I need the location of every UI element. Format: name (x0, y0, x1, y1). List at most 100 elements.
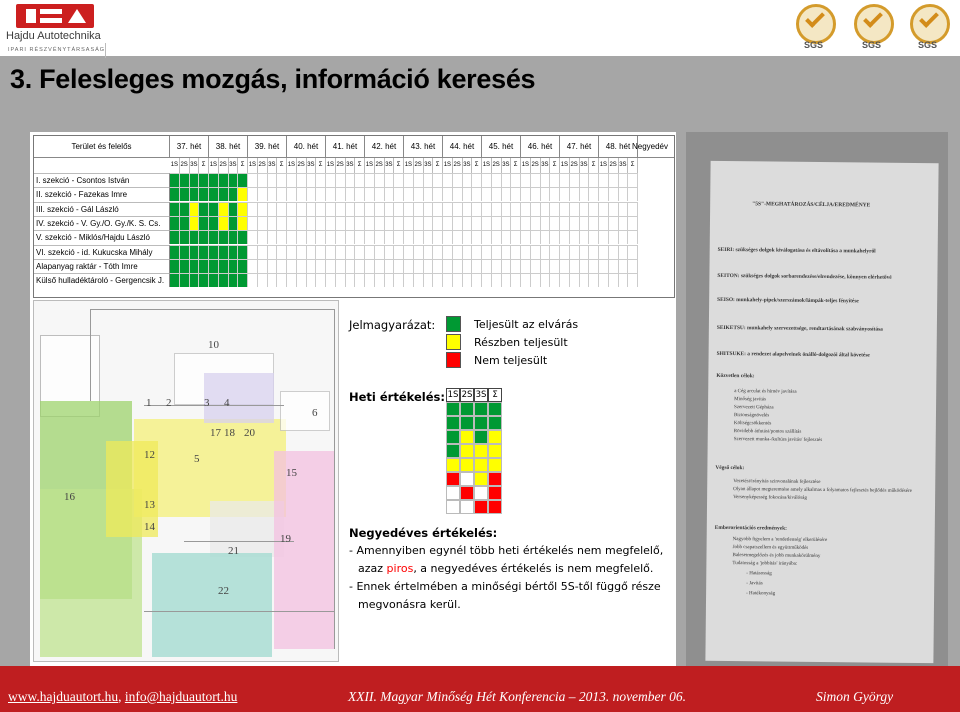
poster-line: Tudatosság a 'jobbítás' irányába: (732, 561, 798, 567)
schedule-cell (238, 201, 248, 216)
schedule-cell (277, 273, 287, 288)
schedule-cell (218, 201, 229, 216)
poster-line: Minőség javítás (734, 397, 766, 403)
schedule-cell (257, 187, 268, 202)
schedule-cell (189, 173, 200, 187)
legend-item: Részben teljesült (474, 336, 568, 349)
schedule-cell (355, 244, 365, 259)
schedule-cell (365, 187, 375, 202)
schedule-cell (511, 215, 521, 230)
weekly-cell: 2S (460, 388, 474, 402)
email-link[interactable]: info@hajduautort.hu (125, 689, 238, 704)
schedule-cell (491, 244, 502, 259)
schedule-cell (355, 187, 365, 202)
schedule-cell (365, 173, 375, 187)
schedule-cell (238, 215, 248, 230)
sub-header: Σ (433, 158, 443, 173)
schedule-cell (248, 230, 258, 245)
schedule-cell (287, 244, 297, 259)
schedule-cell (335, 173, 346, 187)
eval-grid-cell (446, 458, 460, 472)
schedule-cell (209, 244, 219, 259)
schedule-cell (287, 201, 297, 216)
schedule-cell (316, 187, 326, 202)
schedule-cell (579, 201, 590, 216)
schedule-cell (267, 215, 278, 230)
schedule-cell (384, 173, 395, 187)
schedule-cell (560, 230, 570, 245)
eval-grid-cell (488, 444, 502, 458)
poster-line: Szervezett Gépháza (734, 405, 774, 411)
schedule-cell (267, 173, 278, 187)
schedule-cell (618, 173, 629, 187)
schedule-cell (404, 173, 414, 187)
schedule-cell (267, 244, 278, 259)
schedule-cell (257, 173, 268, 187)
sub-header: 1S (521, 158, 531, 173)
schedule-cell (540, 230, 551, 245)
schedule-cell (579, 187, 590, 202)
poster-line: - Hatékonyság (746, 591, 776, 597)
sub-header: 3S (268, 158, 278, 173)
plan-number: 21 (228, 545, 239, 557)
schedule-cell (511, 258, 521, 273)
quarter-header: Negyedév (626, 136, 674, 158)
schedule-cell (306, 187, 317, 202)
sub-header: 3S (463, 158, 473, 173)
poster-line: SEITON: szükséges dolgok sorbarendezése/… (717, 272, 892, 281)
schedule-cell (560, 187, 570, 202)
sub-header: Σ (277, 158, 287, 173)
schedule-cell (316, 215, 326, 230)
sub-header: 1S (404, 158, 414, 173)
schedule-cell (472, 258, 482, 273)
schedule-cell (228, 201, 239, 216)
schedule-cell (462, 187, 473, 202)
floor-plan: 10 1 2 3 4 6 17 18 20 12 5 15 13 16 14 1… (33, 300, 339, 662)
schedule-cell (462, 273, 473, 288)
logo-subtitle: IPARI RÉSZVÉNYTÁRSASÁG (8, 43, 107, 58)
schedule-cell (374, 230, 385, 245)
eval-grid-cell (460, 472, 474, 486)
schedule-cell (589, 244, 599, 259)
schedule-cell (511, 173, 521, 187)
schedule-cell (423, 187, 434, 202)
schedule-cell (394, 244, 404, 259)
schedule-cell (491, 230, 502, 245)
red-word: piros (386, 562, 414, 575)
schedule-cell (521, 215, 531, 230)
section-row-label: IV. szekció - V. Gy./O. Gy./K. S. Cs. (34, 215, 170, 230)
schedule-cell (199, 244, 209, 259)
schedule-cell (560, 258, 570, 273)
schedule-cell (599, 173, 609, 187)
schedule-cell (209, 173, 219, 187)
poster-line: Vezetési/irányítás szinvonalának fejlesz… (733, 479, 821, 485)
schedule-cell (296, 187, 307, 202)
schedule-cell (560, 244, 570, 259)
schedule-cell (374, 187, 385, 202)
schedule-cell (384, 201, 395, 216)
schedule-cell (345, 187, 356, 202)
schedule-cell (511, 201, 521, 216)
schedule-cell (482, 258, 492, 273)
schedule-cell (384, 244, 395, 259)
schedule-cell (599, 201, 609, 216)
schedule-cell (511, 187, 521, 202)
sub-header: 2S (219, 158, 229, 173)
eval-grid-cell (488, 500, 502, 514)
schedule-cell (618, 244, 629, 259)
schedule-cell (501, 215, 512, 230)
schedule-cell (316, 173, 326, 187)
schedule-cell (413, 258, 424, 273)
plan-zone (280, 391, 330, 431)
schedule-cell (413, 273, 424, 288)
sub-header: 1S (326, 158, 336, 173)
schedule-cell (374, 173, 385, 187)
schedule-cell (599, 244, 609, 259)
schedule-cell (228, 244, 239, 259)
schedule-cell (443, 273, 453, 288)
schedule-cell (267, 187, 278, 202)
schedule-cell (550, 215, 560, 230)
schedule-cell (433, 244, 443, 259)
section-row-label: I. szekció - Csontos István (34, 173, 170, 187)
website-link[interactable]: www.hajduautort.hu (8, 689, 118, 704)
